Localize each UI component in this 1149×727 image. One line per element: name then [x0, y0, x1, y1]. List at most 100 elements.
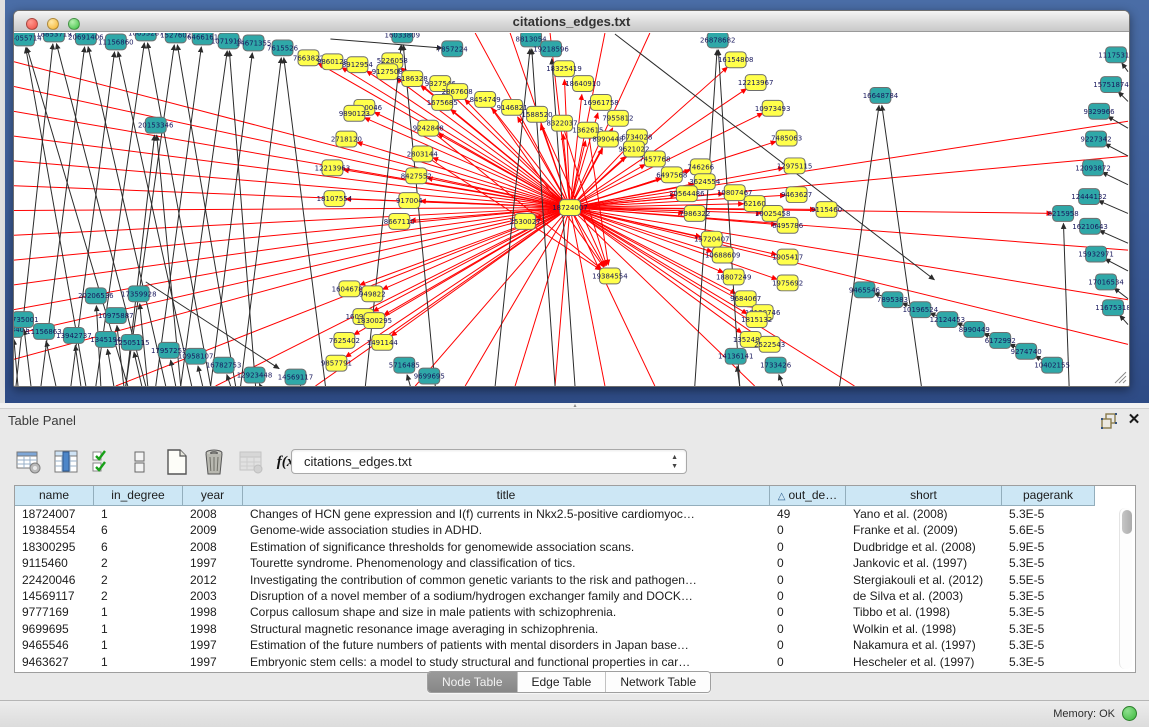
graph-node[interactable]: 16961758: [583, 94, 619, 110]
graph-node[interactable]: 9115460: [811, 202, 842, 218]
table-row[interactable]: 1872400712008Changes of HCN gene express…: [15, 506, 1109, 522]
graph-node[interactable]: 10402155: [1034, 357, 1070, 373]
new-table-icon[interactable]: [162, 447, 192, 477]
graph-node[interactable]: 26878682: [700, 33, 736, 48]
graph-node[interactable]: 9329966: [1084, 103, 1115, 119]
table-row[interactable]: 977716911998Corpus callosum shape and si…: [15, 604, 1109, 620]
graph-node[interactable]: 7485063: [771, 130, 802, 146]
clear-selection-icon[interactable]: [125, 447, 155, 477]
graph-node[interactable]: 17359928: [121, 286, 157, 302]
table-row[interactable]: 911546021997Tourette syndrome. Phenomeno…: [15, 555, 1109, 571]
cell-name: 18724007: [15, 506, 94, 522]
graph-node[interactable]: 1733426: [760, 357, 791, 373]
node-label: 10973493: [755, 105, 791, 113]
citation-edge-red: [570, 208, 605, 386]
graph-node[interactable]: 10975887: [98, 308, 134, 324]
graph-node[interactable]: 19384554: [592, 268, 628, 284]
graph-node[interactable]: 6172992: [985, 332, 1016, 348]
table-settings-icon[interactable]: [14, 447, 44, 477]
node-label: 11675318: [1095, 304, 1129, 312]
graph-node[interactable]: 14136141: [718, 348, 754, 364]
tab-node-table[interactable]: Node Table: [428, 672, 518, 692]
node-label: 12124453: [930, 316, 966, 324]
graph-node[interactable]: 16648784: [863, 88, 899, 104]
graph-node[interactable]: 18640910: [565, 76, 601, 92]
close-panel-icon[interactable]: ✕: [1126, 411, 1142, 429]
table-row[interactable]: 1456911722003Disruption of a novel membe…: [15, 588, 1109, 604]
graph-node[interactable]: 746266: [687, 159, 714, 175]
graph-node[interactable]: 9463627: [781, 187, 812, 203]
column-header-pagerank[interactable]: pagerank: [1002, 486, 1095, 506]
import-table-icon[interactable]: [236, 447, 266, 477]
citation-edge-black: [14, 339, 18, 386]
scrollbar-thumb[interactable]: [1122, 510, 1132, 534]
graph-node[interactable]: 16154808: [718, 52, 754, 68]
table-row[interactable]: 2242004622012Investigating the contribut…: [15, 572, 1109, 588]
node-label: 10025458: [755, 210, 791, 218]
window-titlebar[interactable]: citations_edges.txt: [14, 11, 1129, 32]
graph-node[interactable]: 7625402: [329, 332, 360, 348]
graph-node[interactable]: 8215958: [1048, 206, 1079, 222]
table-vertical-scrollbar[interactable]: [1119, 508, 1132, 669]
node-label: 1733426: [760, 362, 791, 370]
graph-node[interactable]: 6497568: [656, 167, 687, 183]
graph-node[interactable]: 17016534: [1088, 274, 1124, 290]
graph-node[interactable]: 949822: [359, 286, 386, 302]
graph-node[interactable]: 1975692: [772, 275, 803, 291]
citation-edge-black: [1098, 201, 1128, 214]
memory-status-icon[interactable]: [1122, 706, 1137, 721]
column-header-name[interactable]: name: [15, 486, 94, 506]
graph-node[interactable]: 12213967: [738, 75, 774, 91]
column-header-short[interactable]: short: [846, 486, 1002, 506]
table-selector-dropdown[interactable]: citations_edges.txt ▲▼: [291, 449, 687, 474]
table-row[interactable]: 1938455462009Genome-wide association stu…: [15, 522, 1109, 538]
table-row[interactable]: 946554611997Estimation of the future num…: [15, 637, 1109, 653]
graph-node[interactable]: 12213963: [315, 160, 351, 176]
select-column-icon[interactable]: [51, 447, 81, 477]
graph-node[interactable]: 1491144: [367, 334, 399, 350]
graph-node[interactable]: 15720407: [694, 231, 730, 247]
graph-node[interactable]: 7857224: [437, 41, 469, 57]
tab-edge-table[interactable]: Edge Table: [518, 672, 607, 692]
column-header-in_degree[interactable]: in_degree: [94, 486, 183, 506]
graph-node[interactable]: 5716485: [389, 357, 420, 373]
table-row[interactable]: 969969511998Structural magnetic resonanc…: [15, 621, 1109, 637]
split-handle-icon[interactable]: ▴: [570, 404, 580, 408]
cell-short: Yano et al. (2008): [846, 506, 1002, 522]
graph-node[interactable]: 9699695: [414, 368, 445, 384]
cell-in_degree: 2: [94, 588, 183, 604]
node-label: 917004: [396, 197, 423, 205]
graph-node[interactable]: 1905417: [772, 249, 803, 265]
resize-grip[interactable]: [1115, 372, 1126, 383]
table-panel-header: Table Panel ✕: [0, 409, 1149, 433]
column-header-title[interactable]: title: [243, 486, 770, 506]
table-row[interactable]: 946362711997Embryonic stem cells: a mode…: [15, 654, 1109, 670]
column-header-out_degree[interactable]: △out_de…: [770, 486, 846, 506]
node-label: 7615526: [267, 44, 298, 52]
table-row[interactable]: 1830029562008Estimation of significance …: [15, 539, 1109, 555]
graph-node[interactable]: 2718120: [331, 131, 362, 147]
graph-node[interactable]: 11175312: [1098, 47, 1129, 63]
window-title: citations_edges.txt: [14, 14, 1129, 29]
graph-node[interactable]: 9857791: [321, 355, 352, 371]
citation-edge-black: [24, 329, 31, 386]
graph-node[interactable]: 18107554: [317, 191, 353, 207]
float-panel-icon[interactable]: [1100, 413, 1118, 429]
tab-network-table[interactable]: Network Table: [606, 672, 710, 692]
graph-node[interactable]: 7955812: [602, 110, 633, 126]
node-label: 1675685: [427, 99, 458, 107]
cell-title: Changes of HCN gene expression and I(f) …: [243, 506, 770, 522]
node-label: 18300295: [357, 317, 393, 325]
graph-node[interactable]: 10688609: [705, 247, 741, 263]
network-canvas[interactable]: 1405571418853719206914061115686010653287…: [14, 33, 1129, 386]
delete-table-icon[interactable]: [199, 447, 229, 477]
graph-node[interactable]: 917004: [396, 193, 423, 209]
graph-node[interactable]: 15751874: [1093, 77, 1129, 93]
graph-node[interactable]: 12975115: [777, 158, 813, 174]
column-header-year[interactable]: year: [183, 486, 243, 506]
select-rows-icon[interactable]: [88, 447, 118, 477]
network-view-window[interactable]: citations_edges.txt 14055714188537192069…: [13, 10, 1130, 387]
graph-node[interactable]: 16033809: [385, 33, 421, 43]
graph-node[interactable]: 11675318: [1095, 300, 1129, 316]
graph-node[interactable]: 14569117: [278, 369, 314, 385]
